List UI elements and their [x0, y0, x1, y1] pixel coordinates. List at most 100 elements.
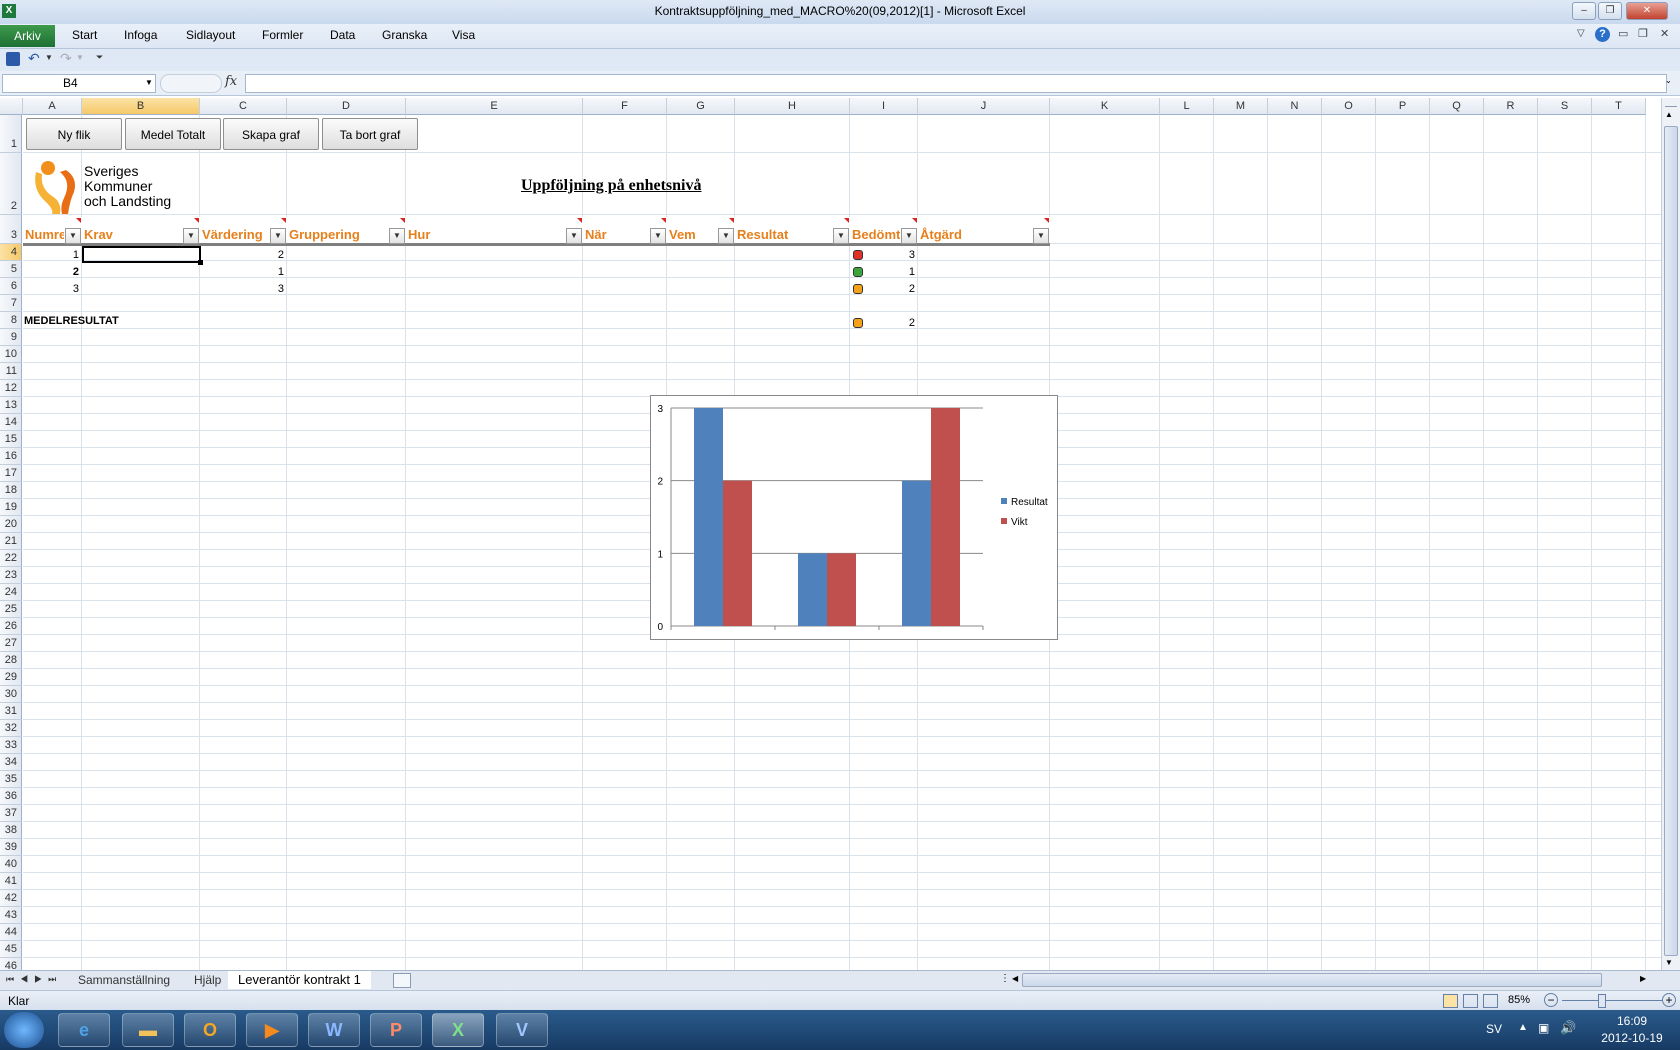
- row-header-19[interactable]: 19: [0, 499, 22, 516]
- tab-file[interactable]: Arkiv: [0, 25, 55, 47]
- clock-time[interactable]: 16:09: [1602, 1014, 1662, 1028]
- row-header-32[interactable]: 32: [0, 720, 22, 737]
- formula-input[interactable]: [245, 74, 1667, 93]
- row-header-35[interactable]: 35: [0, 771, 22, 788]
- column-header-s[interactable]: S: [1538, 98, 1592, 115]
- name-box[interactable]: B4 ▼: [2, 74, 156, 93]
- column-header-i[interactable]: I: [850, 98, 918, 115]
- doc-close-icon[interactable]: ✕: [1660, 27, 1669, 40]
- row-header-12[interactable]: 12: [0, 380, 22, 397]
- row-header-45[interactable]: 45: [0, 941, 22, 958]
- tab-split-icon[interactable]: ⋮: [1000, 973, 1010, 987]
- doc-restore-icon[interactable]: ❐: [1638, 27, 1648, 40]
- row-header-36[interactable]: 36: [0, 788, 22, 805]
- row-header-17[interactable]: 17: [0, 465, 22, 482]
- column-header-k[interactable]: K: [1050, 98, 1160, 115]
- row-header-31[interactable]: 31: [0, 703, 22, 720]
- column-header-t[interactable]: T: [1592, 98, 1646, 115]
- chart[interactable]: 0 1 2 3 Resultat Vikt: [650, 395, 1058, 640]
- column-header-f[interactable]: F: [583, 98, 667, 115]
- sheet-nav-icons[interactable]: ⏮◀▶⏭: [6, 974, 62, 985]
- horizontal-scroll-thumb[interactable]: [1022, 973, 1602, 987]
- row-header-28[interactable]: 28: [0, 652, 22, 669]
- column-header-g[interactable]: G: [667, 98, 735, 115]
- row-header-18[interactable]: 18: [0, 482, 22, 499]
- column-header-r[interactable]: R: [1484, 98, 1538, 115]
- row-header-43[interactable]: 43: [0, 907, 22, 924]
- row-header-8[interactable]: 8: [0, 312, 22, 329]
- row-header-4[interactable]: 4: [0, 244, 22, 261]
- column-header-c[interactable]: C: [200, 98, 287, 115]
- excel-taskbar-icon[interactable]: X: [432, 1013, 484, 1047]
- row-header-2[interactable]: 2: [0, 153, 22, 215]
- new-sheet-button[interactable]: Ny flik: [26, 118, 122, 150]
- column-header-j[interactable]: J: [918, 98, 1050, 115]
- column-header-m[interactable]: M: [1214, 98, 1268, 115]
- row-header-27[interactable]: 27: [0, 635, 22, 652]
- chevron-down-icon[interactable]: ▼: [145, 78, 153, 87]
- expand-formula-bar-icon[interactable]: ⌄: [1665, 76, 1672, 85]
- delete-chart-button[interactable]: Ta bort graf: [322, 118, 418, 150]
- internet-explorer-icon[interactable]: e: [58, 1013, 110, 1047]
- close-button[interactable]: ✕: [1626, 2, 1668, 20]
- filter-dropdown-atgard[interactable]: ▼: [1033, 228, 1049, 244]
- powerpoint-icon[interactable]: P: [370, 1013, 422, 1047]
- sheet-tab-summary[interactable]: Sammanställning: [68, 971, 180, 989]
- row-header-5[interactable]: 5: [0, 261, 22, 278]
- row-header-7[interactable]: 7: [0, 295, 22, 312]
- normal-view-icon[interactable]: [1443, 994, 1458, 1008]
- word-icon[interactable]: W: [308, 1013, 360, 1047]
- tab-insert[interactable]: Infoga: [124, 28, 157, 42]
- start-button[interactable]: [4, 1012, 44, 1048]
- doc-minimize-icon[interactable]: ▭: [1618, 27, 1628, 40]
- tab-data[interactable]: Data: [330, 28, 355, 42]
- zoom-slider[interactable]: [1562, 1000, 1662, 1001]
- clock-date[interactable]: 2012-10-19: [1594, 1031, 1670, 1045]
- filter-dropdown-krav[interactable]: ▼: [183, 228, 199, 244]
- customize-toolbar-icon[interactable]: ⏷: [96, 52, 103, 63]
- show-hidden-icons-icon[interactable]: ▲: [1518, 1022, 1528, 1033]
- filter-dropdown-vem[interactable]: ▼: [718, 228, 734, 244]
- average-total-button[interactable]: Medel Totalt: [125, 118, 221, 150]
- row-header-39[interactable]: 39: [0, 839, 22, 856]
- row-header-41[interactable]: 41: [0, 873, 22, 890]
- insert-function-icon[interactable]: fx: [225, 74, 237, 89]
- select-all-corner[interactable]: [0, 98, 23, 115]
- undo-icon[interactable]: ↶: [28, 50, 40, 67]
- row-header-3[interactable]: 3: [0, 215, 22, 244]
- row-header-16[interactable]: 16: [0, 448, 22, 465]
- outlook-icon[interactable]: O: [184, 1013, 236, 1047]
- sheet-tab-help[interactable]: Hjälp: [184, 971, 231, 989]
- tab-review[interactable]: Granska: [382, 28, 427, 42]
- column-header-h[interactable]: H: [735, 98, 850, 115]
- fill-handle[interactable]: [198, 260, 203, 265]
- media-player-icon[interactable]: ▶: [246, 1013, 298, 1047]
- minimize-button[interactable]: –: [1572, 2, 1596, 20]
- tab-view[interactable]: Visa: [452, 28, 475, 42]
- row-header-14[interactable]: 14: [0, 414, 22, 431]
- page-break-view-icon[interactable]: [1483, 994, 1498, 1008]
- row-header-10[interactable]: 10: [0, 346, 22, 363]
- row-header-6[interactable]: 6: [0, 278, 22, 295]
- row-header-13[interactable]: 13: [0, 397, 22, 414]
- column-header-l[interactable]: L: [1160, 98, 1214, 115]
- create-chart-button[interactable]: Skapa graf: [223, 118, 319, 150]
- row-header-34[interactable]: 34: [0, 754, 22, 771]
- redo-icon[interactable]: ↷: [60, 50, 72, 67]
- row-header-38[interactable]: 38: [0, 822, 22, 839]
- column-header-q[interactable]: Q: [1430, 98, 1484, 115]
- filter-dropdown-gruppering[interactable]: ▼: [389, 228, 405, 244]
- row-header-44[interactable]: 44: [0, 924, 22, 941]
- filter-dropdown-nar[interactable]: ▼: [650, 228, 666, 244]
- column-header-d[interactable]: D: [287, 98, 406, 115]
- column-header-n[interactable]: N: [1268, 98, 1322, 115]
- row-header-1[interactable]: 1: [0, 115, 22, 153]
- scroll-down-icon[interactable]: ▼: [1665, 958, 1673, 967]
- row-header-21[interactable]: 21: [0, 533, 22, 550]
- filter-dropdown-vardering[interactable]: ▼: [270, 228, 286, 244]
- page-layout-view-icon[interactable]: [1463, 994, 1478, 1008]
- sheet-tab-supplier-contract[interactable]: Leverantör kontrakt 1: [228, 971, 371, 989]
- save-icon[interactable]: [6, 52, 20, 66]
- row-header-42[interactable]: 42: [0, 890, 22, 907]
- vertical-scroll-thumb[interactable]: [1664, 126, 1678, 956]
